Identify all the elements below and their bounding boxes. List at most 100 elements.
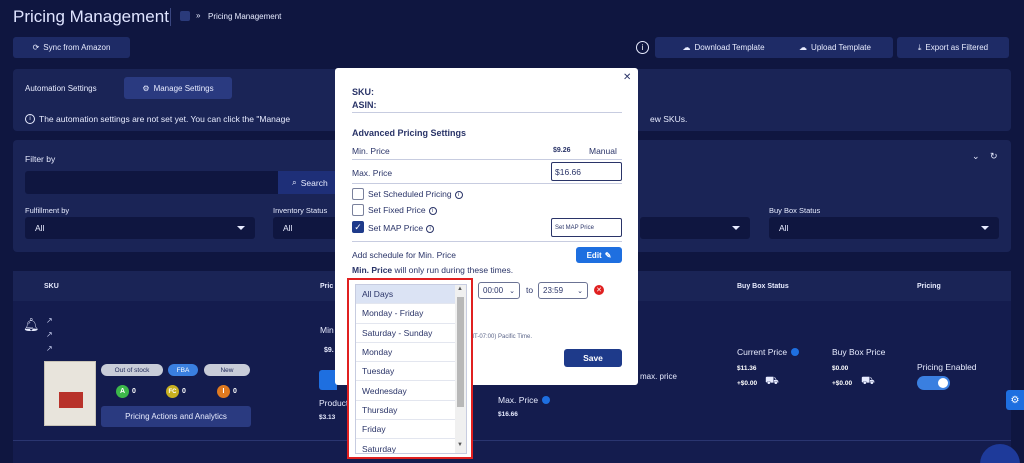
truck-icon: ⛟ [861, 375, 875, 387]
map-price-label: Set MAP Price i [368, 223, 435, 233]
buybox-status-select[interactable]: All [769, 217, 999, 239]
status-select[interactable] [640, 217, 750, 239]
count-fc-icon: FC [166, 385, 179, 398]
max-price-note-partial: max. price [640, 372, 677, 381]
fixed-price-checkbox[interactable] [352, 204, 364, 216]
min-price-label-partial: Min [320, 325, 334, 335]
col-buybox-status: Buy Box Status [737, 283, 789, 290]
external-link-icon[interactable]: ↗ [46, 316, 53, 325]
info-icon [791, 348, 800, 356]
upload-template-button[interactable]: ☁ Upload Template [777, 37, 893, 58]
pricing-toggle[interactable] [917, 376, 950, 390]
day-option[interactable]: All Days [356, 285, 466, 305]
sync-icon: ⟳ [32, 43, 40, 52]
sync-button[interactable]: ⟳ Sync from Amazon [13, 37, 130, 58]
filter-label: Filter by [25, 154, 56, 164]
fulfillment-label: Fulfillment by [25, 206, 70, 215]
day-option[interactable]: Tuesday [356, 362, 466, 382]
col-pricing: Pricing [917, 283, 941, 290]
cloud-download-icon: ☁ [682, 43, 691, 52]
refresh-icon[interactable]: ↻ [990, 151, 998, 162]
scroll-down-icon[interactable]: ▼ [457, 442, 463, 448]
fba-badge: FBA [168, 364, 198, 376]
count-a-value: 0 [132, 388, 136, 395]
breadcrumb[interactable]: Pricing Management [208, 12, 281, 21]
modal-divider [352, 159, 622, 160]
condition-badge: New [204, 364, 250, 376]
day-option[interactable]: Wednesday [356, 381, 466, 401]
home-icon[interactable] [180, 11, 190, 21]
fulfillment-select[interactable]: All [25, 217, 255, 239]
modal-divider [352, 241, 622, 242]
gear-icon: ⚙ [1010, 394, 1020, 406]
external-link-icon[interactable]: ↗ [46, 344, 53, 353]
day-option[interactable]: Monday [356, 343, 466, 363]
day-dropdown-list[interactable]: All Days Monday - Friday Saturday - Sund… [355, 284, 467, 454]
max-price-value: $16.66 [498, 411, 518, 418]
product-cost-value: $3.13 [319, 414, 336, 421]
search-icon: ⌕ [292, 177, 297, 187]
count-a-icon: A [116, 385, 129, 398]
modal-divider [352, 183, 622, 184]
advanced-settings-title: Advanced Pricing Settings [352, 128, 467, 138]
chevron-down-icon: ⌄ [577, 287, 583, 295]
remove-schedule-icon[interactable]: ✕ [594, 285, 604, 295]
status-badge: Out of stock [101, 364, 163, 376]
save-button[interactable]: Save [564, 349, 622, 367]
settings-float-button[interactable]: ⚙ [1006, 390, 1024, 410]
day-option[interactable]: Thursday [356, 401, 466, 421]
buybox-price-label: Buy Box Price [832, 347, 886, 357]
bell-icon[interactable]: 🔔︎ [23, 317, 40, 333]
info-icon: i [25, 114, 35, 124]
cloud-upload-icon: ☁ [799, 43, 808, 52]
download-template-button[interactable]: ☁ Download Template [655, 37, 792, 58]
time-from-select[interactable]: 00:00 ⌄ [478, 282, 520, 299]
buybox-price-shipping: +$0.00 [832, 380, 853, 387]
search-button[interactable]: ⌕ Search [278, 171, 338, 194]
time-to-word: to [526, 285, 534, 295]
day-option[interactable]: Saturday [356, 439, 466, 453]
export-button[interactable]: ⤓ Export as Filtered [897, 37, 1009, 58]
chevron-down-icon[interactable]: ⌄ [972, 151, 980, 162]
caret-down-icon [732, 226, 740, 230]
inventory-select[interactable]: All [273, 217, 338, 239]
dropdown-scrollbar[interactable]: ▲ ▼ [455, 285, 466, 453]
info-icon [542, 396, 551, 404]
buybox-status-label: Buy Box Status [769, 206, 821, 215]
info-icon[interactable]: i [636, 41, 649, 54]
scheduled-pricing-label: Set Scheduled Pricing i [368, 189, 463, 199]
max-price-label: Max. Price [352, 168, 393, 178]
timezone-note: MT-07:00) Pacific Time. [469, 334, 533, 340]
map-price-checkbox[interactable]: ✓ [352, 221, 364, 233]
scheduled-pricing-checkbox[interactable] [352, 188, 364, 200]
time-to-select[interactable]: 23:59 ⌄ [538, 282, 588, 299]
product-cost-label-partial: Product [319, 398, 349, 408]
sku-label: SKU: [352, 87, 374, 97]
row-divider [13, 440, 1011, 441]
pricing-actions-button[interactable]: Pricing Actions and Analytics [101, 406, 251, 427]
external-link-icon[interactable]: ↗ [46, 330, 53, 339]
product-image[interactable] [44, 361, 96, 426]
count-fc-value: 0 [182, 388, 186, 395]
min-price-mode[interactable]: Manual [589, 146, 617, 156]
max-price-label: Max. Price [498, 395, 551, 405]
count-i-value: 0 [233, 388, 237, 395]
manage-settings-button[interactable]: ⚙ Manage Settings [124, 77, 232, 99]
current-price-shipping: +$0.00 [737, 380, 758, 387]
automation-notice: i The automation settings are not set ye… [25, 114, 290, 124]
edit-schedule-button[interactable]: Edit ✎ [576, 247, 622, 263]
count-i-icon: I [217, 385, 230, 398]
min-price-value-partial: $9. [324, 347, 334, 354]
automation-notice-tail: ew SKUs. [650, 114, 688, 124]
map-price-input[interactable]: Set MAP Price [551, 218, 622, 237]
modal-divider [352, 112, 622, 113]
close-icon[interactable]: ✕ [623, 72, 631, 83]
scroll-up-icon[interactable]: ▲ [457, 286, 463, 292]
day-option[interactable]: Friday [356, 420, 466, 440]
day-option[interactable]: Saturday - Sunday [356, 324, 466, 343]
scrollbar-thumb[interactable] [457, 297, 464, 407]
day-option[interactable]: Monday - Friday [356, 304, 466, 324]
page-title: Pricing Management [13, 7, 169, 26]
max-price-input[interactable]: $16.66 [551, 162, 622, 181]
search-input[interactable] [25, 171, 280, 194]
